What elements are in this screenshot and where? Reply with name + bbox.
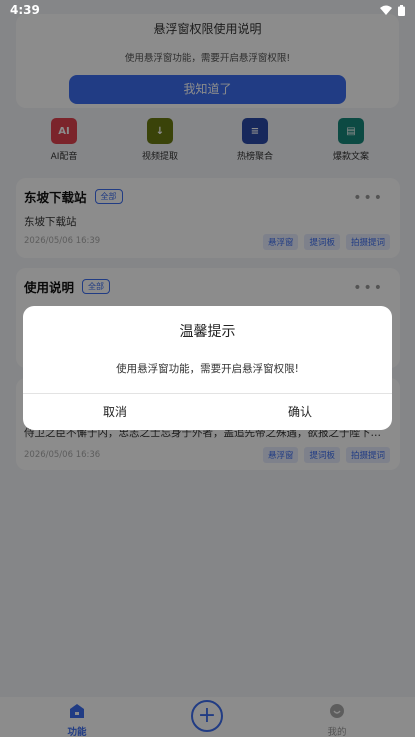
dialog-message: 使用悬浮窗功能，需要开启悬浮窗权限! xyxy=(116,363,299,375)
confirm-button[interactable]: 确认 xyxy=(208,394,392,430)
dialog-title: 温馨提示 xyxy=(179,324,236,340)
permission-dialog: 温馨提示 使用悬浮窗功能，需要开启悬浮窗权限! 取消 确认 xyxy=(23,306,392,430)
wifi-icon xyxy=(380,5,392,15)
status-time: 4:39 xyxy=(10,3,40,17)
battery-icon xyxy=(398,4,405,16)
cancel-button[interactable]: 取消 xyxy=(23,394,207,430)
status-icons xyxy=(380,4,405,16)
status-bar: 4:39 xyxy=(0,0,415,20)
